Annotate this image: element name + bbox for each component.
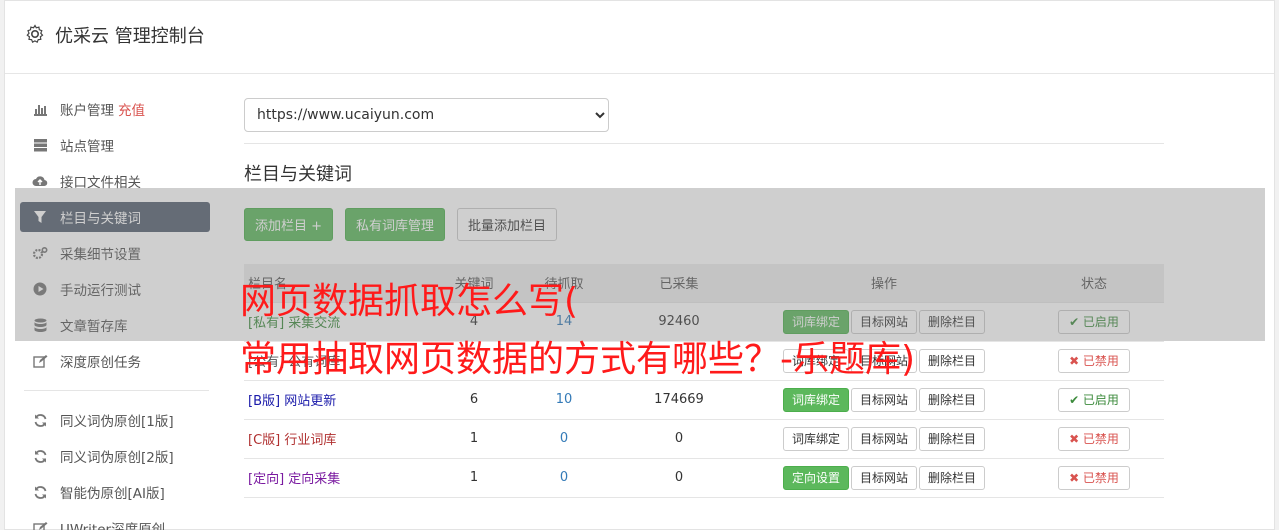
- sidebar-item-label: 深度原创任务: [60, 355, 141, 371]
- actions-cell: 词库绑定 目标网站 删除栏目: [744, 418, 1024, 458]
- delete-column-button[interactable]: 删除栏目: [919, 387, 986, 412]
- watermark-overlay: [15, 188, 1265, 341]
- pending-count[interactable]: 10: [514, 379, 614, 419]
- status-cell: ✖ 已禁用: [1024, 418, 1164, 458]
- keyword-count: 6: [434, 379, 514, 419]
- column-tag[interactable]: [定向]: [248, 472, 284, 487]
- cloud-upload-icon: [32, 173, 48, 189]
- sidebar-item-deep-original[interactable]: 深度原创任务: [20, 346, 210, 376]
- table-row: [C版] 行业词库 1 0 0 词库绑定 目标网站 删除栏目 ✖ 已禁用: [244, 418, 1164, 458]
- table-row: [定向] 定向采集 1 0 0 定向设置 目标网站 删除栏目 ✖ 已禁用: [244, 457, 1164, 497]
- main-content: https://www.ucaiyun.com 栏目与关键词 添加栏目 + 私有…: [244, 98, 1164, 497]
- edit-icon: [32, 520, 48, 530]
- target-site-button[interactable]: 目标网站: [850, 426, 917, 451]
- sidebar-item-label: UWriter深度原创: [60, 522, 166, 530]
- sidebar-item-account[interactable]: 账户管理 充值: [20, 94, 210, 124]
- sidebar-item-label: 智能伪原创[AI版]: [60, 486, 165, 502]
- section-title: 栏目与关键词: [244, 164, 352, 185]
- column-tag[interactable]: [C版]: [248, 433, 280, 448]
- column-name-cell: [C版] 行业词库: [244, 418, 434, 458]
- refresh-icon: [32, 412, 48, 428]
- edit-icon: [32, 353, 48, 369]
- pending-count[interactable]: 0: [514, 418, 614, 458]
- server-icon: [32, 137, 48, 153]
- column-name-link[interactable]: 行业词库: [284, 433, 336, 448]
- sidebar-item-label: 同义词伪原创[1版]: [60, 414, 174, 430]
- column-name-cell: [定向] 定向采集: [244, 457, 434, 497]
- divider: [244, 143, 1164, 144]
- status-cell: ✖ 已禁用: [1024, 457, 1164, 497]
- pending-count[interactable]: 0: [514, 457, 614, 497]
- status-cell: ✖ 已禁用: [1024, 340, 1164, 380]
- status-toggle[interactable]: ✖ 已禁用: [1058, 426, 1130, 451]
- column-name-link[interactable]: 定向采集: [288, 472, 340, 487]
- delete-column-button[interactable]: 删除栏目: [919, 465, 986, 490]
- table-row: [B版] 网站更新 6 10 174669 词库绑定 目标网站 删除栏目 ✔ 已启用: [244, 379, 1164, 419]
- app-title: 优采云 管理控制台: [55, 26, 205, 47]
- bar-chart-icon: [32, 101, 48, 117]
- watermark-line-1: 网页数据抓取怎么写(: [240, 281, 579, 322]
- sidebar-item-synonym-v2[interactable]: 同义词伪原创[2版]: [20, 441, 210, 471]
- column-name-cell: [B版] 网站更新: [244, 379, 434, 419]
- target-site-button[interactable]: 目标网站: [850, 387, 917, 412]
- watermark-line-2: 常用抽取网页数据的方式有哪些？-乐题库): [240, 339, 916, 380]
- status-cell: ✔ 已启用: [1024, 379, 1164, 419]
- column-tag[interactable]: [B版]: [248, 394, 280, 409]
- sidebar-item-label: 账户管理: [60, 103, 114, 119]
- site-select[interactable]: https://www.ucaiyun.com: [244, 98, 609, 132]
- refresh-icon: [32, 448, 48, 464]
- recharge-link[interactable]: 充值: [118, 99, 145, 119]
- actions-cell: 词库绑定 目标网站 删除栏目: [744, 379, 1024, 419]
- bind-library-button[interactable]: 词库绑定: [782, 426, 849, 451]
- collected-count: 0: [614, 418, 744, 458]
- delete-column-button[interactable]: 删除栏目: [919, 426, 986, 451]
- collected-count: 174669: [614, 379, 744, 419]
- panel-header: 优采云 管理控制台: [5, 1, 1274, 74]
- column-name-link[interactable]: 网站更新: [284, 394, 336, 409]
- sidebar-item-ai-rewrite[interactable]: 智能伪原创[AI版]: [20, 477, 210, 507]
- keyword-count: 1: [434, 457, 514, 497]
- actions-cell: 定向设置 目标网站 删除栏目: [744, 457, 1024, 497]
- sidebar-item-label: 站点管理: [60, 139, 114, 155]
- sidebar-item-label: 同义词伪原创[2版]: [60, 450, 174, 466]
- refresh-icon: [32, 484, 48, 500]
- status-toggle[interactable]: ✖ 已禁用: [1058, 465, 1130, 490]
- bind-library-button[interactable]: 词库绑定: [782, 387, 849, 412]
- sidebar-item-uwriter[interactable]: UWriter深度原创: [20, 513, 210, 530]
- collected-count: 0: [614, 457, 744, 497]
- target-site-button[interactable]: 目标网站: [850, 465, 917, 490]
- sidebar-item-synonym-v1[interactable]: 同义词伪原创[1版]: [20, 405, 210, 435]
- bind-library-button[interactable]: 定向设置: [782, 465, 849, 490]
- gear-icon: [26, 24, 44, 44]
- sidebar-divider: [24, 390, 209, 391]
- keyword-count: 1: [434, 418, 514, 458]
- sidebar-item-sites[interactable]: 站点管理: [20, 130, 210, 160]
- status-toggle[interactable]: ✔ 已启用: [1058, 387, 1130, 412]
- status-toggle[interactable]: ✖ 已禁用: [1058, 348, 1130, 373]
- delete-column-button[interactable]: 删除栏目: [919, 348, 986, 373]
